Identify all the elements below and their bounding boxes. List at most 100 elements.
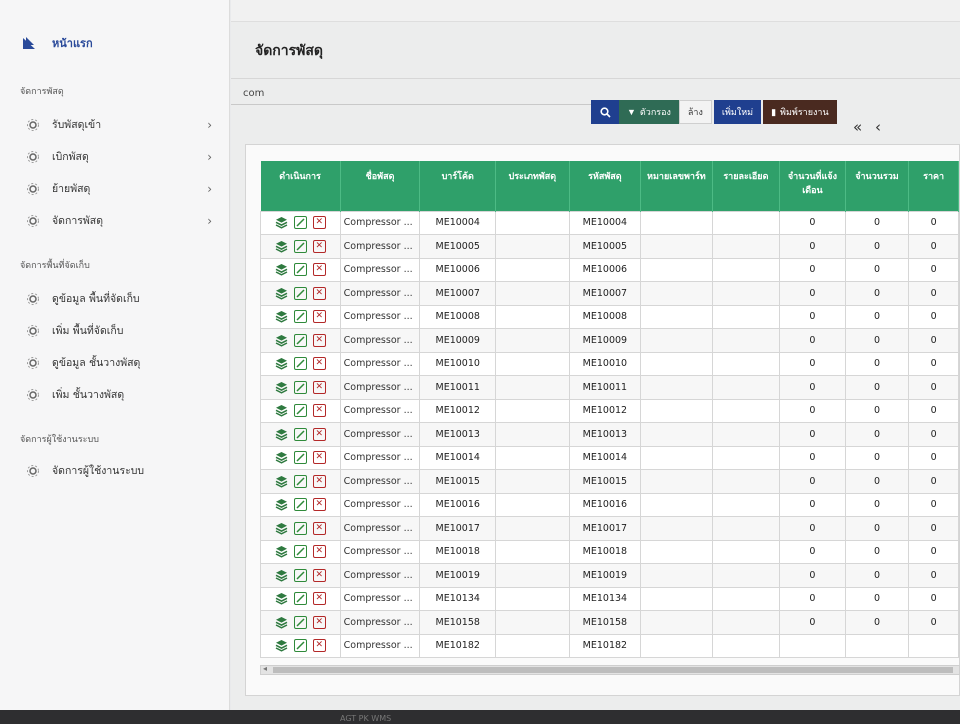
layers-icon[interactable]: [275, 545, 288, 558]
layers-icon[interactable]: [275, 451, 288, 464]
delete-icon[interactable]: ✕: [312, 568, 326, 582]
table-row[interactable]: ✕ Compressor ... ME10014 ME10014 0 0 0: [260, 445, 959, 470]
search-button[interactable]: [591, 100, 619, 124]
clear-button[interactable]: ล้าง: [678, 100, 712, 124]
table-row[interactable]: ✕ Compressor ... ME10018 ME10018 0 0 0: [260, 539, 959, 564]
edit-icon[interactable]: [293, 615, 307, 629]
table-row[interactable]: ✕ Compressor ... ME10017 ME10017 0 0 0: [260, 516, 959, 541]
table-row[interactable]: ✕ Compressor ... ME10006 ME10006 0 0 0: [260, 257, 959, 282]
table-row[interactable]: ✕ Compressor ... ME10013 ME10013 0 0 0: [260, 422, 959, 447]
add-new-button[interactable]: เพิ่มใหม่: [713, 100, 762, 124]
layers-icon[interactable]: [275, 263, 288, 276]
edit-icon[interactable]: [293, 521, 307, 535]
layers-icon[interactable]: [275, 381, 288, 394]
delete-icon[interactable]: ✕: [312, 427, 326, 441]
col-header-price[interactable]: ราคา: [908, 161, 959, 211]
delete-icon[interactable]: ✕: [312, 286, 326, 300]
table-row[interactable]: ✕ Compressor ... ME10182 ME10182: [260, 633, 959, 658]
edit-icon[interactable]: [293, 286, 307, 300]
layers-icon[interactable]: [275, 404, 288, 417]
sidebar-item-move[interactable]: ย้ายพัสดุ ›: [26, 180, 216, 197]
sidebar-item-storage-add[interactable]: เพิ่ม พื้นที่จัดเก็บ: [26, 322, 216, 339]
delete-icon[interactable]: ✕: [312, 333, 326, 347]
layers-icon[interactable]: [275, 216, 288, 229]
delete-icon[interactable]: ✕: [312, 474, 326, 488]
edit-icon[interactable]: [293, 310, 307, 324]
delete-icon[interactable]: ✕: [312, 498, 326, 512]
layers-icon[interactable]: [275, 334, 288, 347]
table-row[interactable]: ✕ Compressor ... ME10010 ME10010 0 0 0: [260, 351, 959, 376]
scroll-left-icon[interactable]: ◂: [263, 664, 267, 673]
delete-icon[interactable]: ✕: [312, 545, 326, 559]
layers-icon[interactable]: [275, 475, 288, 488]
sidebar-item-manage[interactable]: จัดการพัสดุ ›: [26, 212, 216, 229]
table-row[interactable]: ✕ Compressor ... ME10012 ME10012 0 0 0: [260, 398, 959, 423]
table-row[interactable]: ✕ Compressor ... ME10015 ME10015 0 0 0: [260, 469, 959, 494]
edit-icon[interactable]: [293, 545, 307, 559]
layers-icon[interactable]: [275, 639, 288, 652]
delete-icon[interactable]: ✕: [312, 263, 326, 277]
delete-icon[interactable]: ✕: [312, 380, 326, 394]
table-row[interactable]: ✕ Compressor ... ME10016 ME10016 0 0 0: [260, 492, 959, 517]
col-header-monthly[interactable]: จำนวนที่แจ้งเดือน: [779, 161, 846, 211]
layers-icon[interactable]: [275, 310, 288, 323]
col-header-barcode[interactable]: บาร์โค้ด: [419, 161, 497, 211]
layers-icon[interactable]: [275, 428, 288, 441]
delete-icon[interactable]: ✕: [312, 615, 326, 629]
table-row[interactable]: ✕ Compressor ... ME10158 ME10158 0 0 0: [260, 610, 959, 635]
search-input[interactable]: com: [243, 88, 264, 99]
delete-icon[interactable]: ✕: [312, 239, 326, 253]
pager-prev-buttons[interactable]: « ‹: [853, 118, 885, 136]
edit-icon[interactable]: [293, 216, 307, 230]
sidebar-item-receive[interactable]: รับพัสดุเข้า ›: [26, 116, 216, 133]
layers-icon[interactable]: [275, 287, 288, 300]
delete-icon[interactable]: ✕: [312, 404, 326, 418]
edit-icon[interactable]: [293, 639, 307, 653]
layers-icon[interactable]: [275, 240, 288, 253]
delete-icon[interactable]: ✕: [312, 451, 326, 465]
delete-icon[interactable]: ✕: [312, 521, 326, 535]
edit-icon[interactable]: [293, 592, 307, 606]
delete-icon[interactable]: ✕: [312, 357, 326, 371]
table-row[interactable]: ✕ Compressor ... ME10009 ME10009 0 0 0: [260, 328, 959, 353]
layers-icon[interactable]: [275, 522, 288, 535]
scrollbar-thumb[interactable]: [273, 667, 953, 673]
filter-button[interactable]: ▼ ตัวกรอง: [619, 100, 679, 124]
sidebar-item-shelf-add[interactable]: เพิ่ม ชั้นวางพัสดุ: [26, 386, 216, 403]
delete-icon[interactable]: ✕: [312, 310, 326, 324]
delete-icon[interactable]: ✕: [312, 639, 326, 653]
layers-icon[interactable]: [275, 616, 288, 629]
edit-icon[interactable]: [293, 239, 307, 253]
sidebar-item-home[interactable]: หน้าแรก: [22, 34, 93, 52]
table-row[interactable]: ✕ Compressor ... ME10004 ME10004 0 0 0: [260, 210, 959, 235]
edit-icon[interactable]: [293, 263, 307, 277]
edit-icon[interactable]: [293, 333, 307, 347]
sidebar-item-shelf-view[interactable]: ดูข้อมูล ชั้นวางพัสดุ: [26, 354, 216, 371]
print-report-button[interactable]: ▮ พิมพ์รายงาน: [763, 100, 837, 124]
table-row[interactable]: ✕ Compressor ... ME10019 ME10019 0 0 0: [260, 563, 959, 588]
edit-icon[interactable]: [293, 498, 307, 512]
sidebar-item-withdraw[interactable]: เบิกพัสดุ ›: [26, 148, 216, 165]
col-header-total[interactable]: จำนวนรวม: [845, 161, 910, 211]
layers-icon[interactable]: [275, 357, 288, 370]
layers-icon[interactable]: [275, 592, 288, 605]
edit-icon[interactable]: [293, 474, 307, 488]
col-header-type[interactable]: ประเภทพัสดุ: [495, 161, 570, 211]
table-row[interactable]: ✕ Compressor ... ME10008 ME10008 0 0 0: [260, 304, 959, 329]
col-header-actions[interactable]: ดำเนินการ: [260, 161, 341, 211]
layers-icon[interactable]: [275, 569, 288, 582]
edit-icon[interactable]: [293, 451, 307, 465]
edit-icon[interactable]: [293, 357, 307, 371]
sidebar-item-storage-view[interactable]: ดูข้อมูล พื้นที่จัดเก็บ: [26, 290, 216, 307]
edit-icon[interactable]: [293, 404, 307, 418]
table-row[interactable]: ✕ Compressor ... ME10134 ME10134 0 0 0: [260, 586, 959, 611]
delete-icon[interactable]: ✕: [312, 216, 326, 230]
sidebar-item-users[interactable]: จัดการผู้ใช้งานระบบ: [26, 462, 216, 479]
table-row[interactable]: ✕ Compressor ... ME10011 ME10011 0 0 0: [260, 375, 959, 400]
edit-icon[interactable]: [293, 568, 307, 582]
col-header-name[interactable]: ชื่อพัสดุ: [340, 161, 421, 211]
edit-icon[interactable]: [293, 427, 307, 441]
col-header-detail[interactable]: รายละเอียด: [712, 161, 781, 211]
table-row[interactable]: ✕ Compressor ... ME10007 ME10007 0 0 0: [260, 281, 959, 306]
edit-icon[interactable]: [293, 380, 307, 394]
